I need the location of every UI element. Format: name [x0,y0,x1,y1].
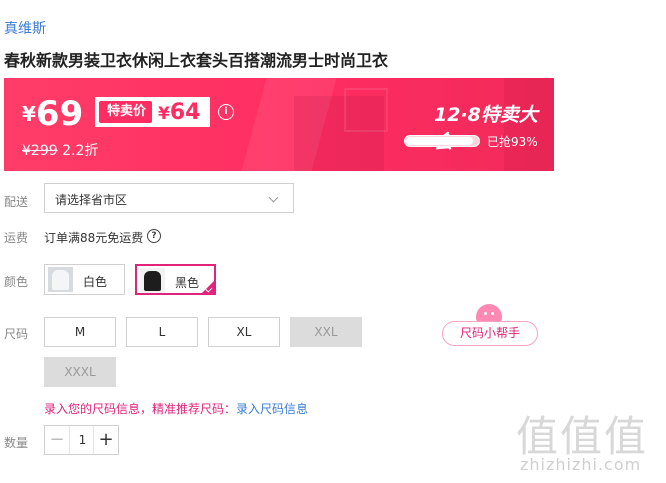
sweatshirt-image [52,270,69,290]
size-option-xxl: XXL [290,317,362,347]
promo-banner: ¥69 特卖价 ¥64 i ¥299 2.2折 12·8特卖大会 已抢93% [4,78,554,171]
color-option-black[interactable]: 黑色 [135,264,216,295]
watermark-url: zhizhizhi.com [520,455,642,474]
special-price-value: 64 [169,99,201,125]
discount-rate: 2.2折 [62,143,99,159]
shipping-info: 订单满88元免运费 [44,231,144,245]
special-price: ¥64 [158,100,200,125]
color-option-label: 黑色 [175,276,200,290]
size-option-xxxl: XXXL [44,357,116,387]
banner-decoration [344,88,388,132]
special-price-box: 特卖价 ¥64 [95,97,210,127]
size-option-m[interactable]: M [44,317,116,347]
region-select-value: 请选择省市区 [55,193,128,207]
size-option-l[interactable]: L [126,317,198,347]
special-currency: ¥ [158,103,170,124]
mascot-eye [484,312,487,315]
quantity-decrease-button[interactable]: − [45,426,70,454]
quantity-label: 数量 [4,436,29,450]
chevron-down-icon [268,192,279,203]
original-price-row: ¥299 2.2折 [22,140,98,160]
size-info-row: 录入您的尺码信息，精准推荐尺码：录入尺码信息 [44,400,308,417]
original-price: ¥299 [22,143,58,159]
product-detail-page: 真维斯 春秋新款男装卫衣休闲上衣套头百搭潮流男士时尚卫衣 ¥69 特卖价 ¥64… [0,0,666,483]
size-info-prompt: 录入您的尺码信息，精准推荐尺码： [44,402,237,416]
delivery-label: 配送 [4,195,29,209]
mascot-eye [491,312,494,315]
current-price: ¥69 [22,94,83,134]
size-label: 尺码 [4,327,29,341]
product-title: 春秋新款男装卫衣休闲上衣套头百搭潮流男士时尚卫衣 [4,51,389,70]
color-option-white[interactable]: 白色 [44,264,125,295]
sweatshirt-image [144,271,161,291]
region-select[interactable]: 请选择省市区 [44,183,294,213]
quantity-stepper: − 1 + [44,425,119,455]
size-helper-button[interactable]: 尺码小帮手 [442,321,538,346]
size-option-xl[interactable]: XL [208,317,280,347]
currency-symbol: ¥ [22,102,36,126]
price-value: 69 [35,94,84,134]
sold-progress-bar [404,135,480,147]
color-label: 颜色 [4,275,29,289]
special-price-tag: 特卖价 [99,101,153,123]
quantity-increase-button[interactable]: + [93,426,118,454]
quantity-input[interactable]: 1 [70,426,95,454]
size-info-link[interactable]: 录入尺码信息 [236,402,308,416]
sold-progress-text: 已抢93% [487,135,538,149]
shipping-label: 运费 [4,231,29,245]
brand-link[interactable]: 真维斯 [4,18,46,38]
question-icon[interactable]: ? [147,229,161,243]
sold-progress-fill [406,137,473,145]
info-icon[interactable]: i [218,104,234,120]
color-thumbnail [48,267,73,292]
color-thumbnail [140,268,165,293]
color-option-label: 白色 [83,275,108,289]
